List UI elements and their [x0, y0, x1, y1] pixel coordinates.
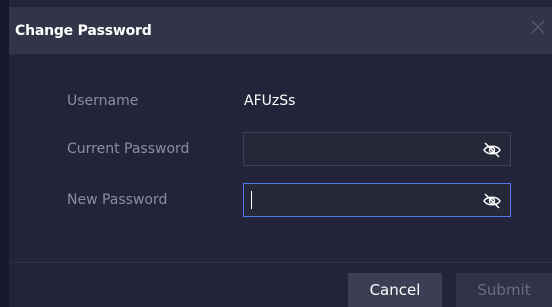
new-password-field[interactable] [243, 183, 511, 217]
new-password-label: New Password [67, 192, 168, 208]
current-password-input[interactable] [250, 137, 470, 161]
dialog-title: Change Password [15, 22, 152, 39]
window-edge [0, 0, 9, 307]
change-password-dialog: Change Password Username AFUzSs Current … [0, 0, 552, 307]
cancel-button[interactable]: Cancel [348, 273, 442, 307]
submit-button[interactable]: Submit [456, 273, 552, 307]
eye-off-icon[interactable] [482, 140, 502, 160]
username-value: AFUzSs [244, 93, 296, 109]
current-password-field[interactable] [243, 132, 511, 166]
footer-divider [9, 262, 552, 263]
current-password-label: Current Password [67, 141, 190, 157]
new-password-input[interactable] [250, 188, 470, 212]
eye-off-icon[interactable] [482, 191, 502, 211]
username-label: Username [67, 93, 139, 109]
text-caret [251, 191, 252, 209]
close-icon[interactable] [528, 17, 548, 37]
dialog-titlebar: Change Password [9, 7, 552, 54]
